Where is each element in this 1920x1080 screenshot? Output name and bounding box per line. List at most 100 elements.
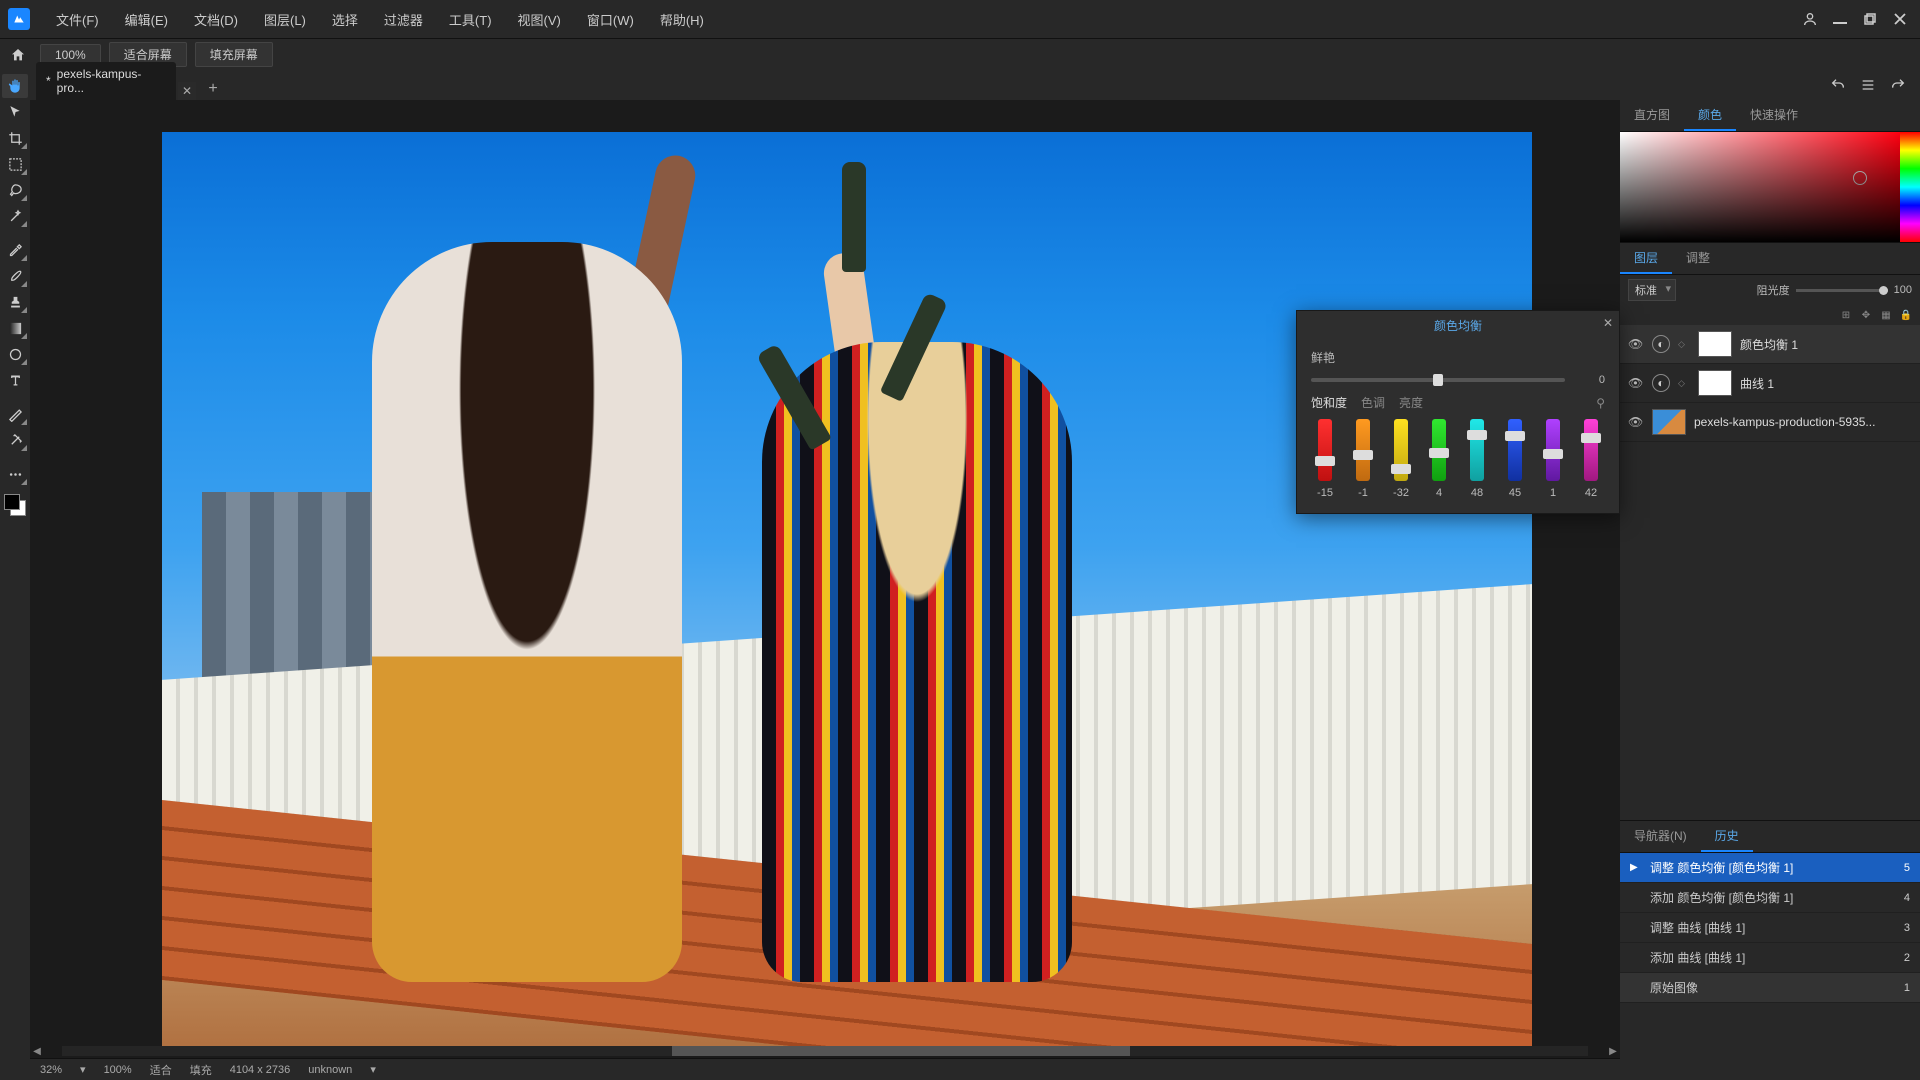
fill-screen-button[interactable]: 填充屏幕 — [195, 42, 273, 67]
lock-icon[interactable]: 🔒 — [1898, 307, 1914, 323]
document-tab[interactable]: * pexels-kampus-pro... — [36, 62, 176, 100]
tab-add-icon[interactable]: + — [202, 78, 224, 100]
color-balance-dialog[interactable]: 颜色均衡 ✕ 鲜艳 0 饱和度 色调 亮度 ⚲ -15-1-3244845142 — [1296, 310, 1620, 514]
maximize-icon[interactable] — [1858, 7, 1882, 31]
hue-slider-2[interactable] — [1394, 419, 1408, 481]
history-item[interactable]: 添加 颜色均衡 [颜色均衡 1]4 — [1620, 883, 1920, 913]
gradient-tool[interactable] — [2, 316, 28, 340]
horizontal-scrollbar[interactable]: ◀ ▶ — [30, 1044, 1620, 1058]
tab-histogram[interactable]: 直方图 — [1620, 100, 1684, 131]
menu-view[interactable]: 视图(V) — [506, 6, 573, 33]
tab-navigator[interactable]: 导航器(N) — [1620, 821, 1701, 852]
visibility-icon[interactable]: 👁 — [1628, 337, 1644, 351]
lock-pixels-icon[interactable]: ▦ — [1878, 307, 1894, 323]
status-zoom2[interactable]: 100% — [104, 1064, 132, 1076]
link-icon[interactable]: ◇ — [1678, 378, 1690, 389]
lasso-tool[interactable] — [2, 178, 28, 202]
menu-icon[interactable] — [1860, 77, 1876, 93]
visibility-icon[interactable]: 👁 — [1628, 376, 1644, 390]
hue-slider-0[interactable] — [1318, 419, 1332, 481]
chevron-down-icon[interactable]: ▾ — [370, 1063, 376, 1076]
redo-icon[interactable] — [1890, 77, 1906, 93]
layer-row[interactable]: 👁 ◐ ◇ 曲线 1 — [1620, 364, 1920, 403]
tab-quick-actions[interactable]: 快速操作 — [1736, 100, 1812, 131]
text-tool[interactable] — [2, 368, 28, 392]
hue-slider-3[interactable] — [1432, 419, 1446, 481]
chevron-down-icon[interactable]: ▾ — [80, 1063, 86, 1076]
hue-slider-1[interactable] — [1356, 419, 1370, 481]
brush-tool[interactable] — [2, 264, 28, 288]
menu-select[interactable]: 选择 — [320, 6, 370, 33]
vibrance-slider[interactable] — [1311, 378, 1565, 382]
layer-row[interactable]: 👁 pexels-kampus-production-5935... — [1620, 403, 1920, 442]
tab-luminance[interactable]: 亮度 — [1399, 394, 1423, 411]
status-zoom[interactable]: 32% — [40, 1064, 62, 1076]
settings-icon[interactable]: ⚲ — [1596, 396, 1605, 410]
crop-tool[interactable] — [2, 126, 28, 150]
account-icon[interactable] — [1798, 7, 1822, 31]
hue-slider-7[interactable] — [1584, 419, 1598, 481]
color-picker[interactable] — [1620, 132, 1920, 242]
tab-hue[interactable]: 色调 — [1361, 394, 1385, 411]
hue-slider-6[interactable] — [1546, 419, 1560, 481]
minimize-icon[interactable] — [1828, 7, 1852, 31]
history-item[interactable]: 原始图像1 — [1620, 973, 1920, 1003]
scroll-right-icon[interactable]: ▶ — [1606, 1044, 1620, 1058]
tab-history[interactable]: 历史 — [1701, 821, 1753, 852]
heal-tool[interactable] — [2, 428, 28, 452]
dialog-title[interactable]: 颜色均衡 ✕ — [1297, 311, 1619, 339]
close-icon[interactable]: ✕ — [1603, 316, 1613, 330]
menu-tools[interactable]: 工具(T) — [437, 6, 504, 33]
color-swatch[interactable] — [4, 494, 26, 516]
more-tool[interactable] — [2, 462, 28, 486]
menu-filter[interactable]: 过滤器 — [372, 6, 435, 33]
undo-icon[interactable] — [1830, 77, 1846, 93]
layer-name[interactable]: 颜色均衡 1 — [1740, 336, 1912, 353]
app-icon[interactable] — [8, 8, 30, 30]
menu-document[interactable]: 文档(D) — [182, 6, 250, 33]
visibility-icon[interactable]: 👁 — [1628, 415, 1644, 429]
tab-saturation[interactable]: 饱和度 — [1311, 394, 1347, 411]
dodge-tool[interactable] — [2, 402, 28, 426]
marquee-tool[interactable] — [2, 152, 28, 176]
blend-mode-select[interactable]: 标准 — [1628, 279, 1676, 301]
history-item[interactable]: 添加 曲线 [曲线 1]2 — [1620, 943, 1920, 973]
menu-help[interactable]: 帮助(H) — [648, 6, 716, 33]
color-cursor-icon[interactable] — [1853, 171, 1867, 185]
layer-mask-thumb[interactable] — [1698, 370, 1732, 396]
history-item[interactable]: ▶调整 颜色均衡 [颜色均衡 1]5 — [1620, 853, 1920, 883]
move-tool[interactable] — [2, 100, 28, 124]
tab-adjust[interactable]: 调整 — [1672, 243, 1724, 274]
tab-close-icon[interactable]: ✕ — [178, 82, 196, 100]
opacity-slider[interactable] — [1796, 289, 1888, 292]
layer-thumb[interactable] — [1652, 409, 1686, 435]
scroll-left-icon[interactable]: ◀ — [30, 1044, 44, 1058]
menu-file[interactable]: 文件(F) — [44, 6, 111, 33]
hue-slider-4[interactable] — [1470, 419, 1484, 481]
menu-window[interactable]: 窗口(W) — [575, 6, 646, 33]
tab-layers[interactable]: 图层 — [1620, 243, 1672, 274]
link-icon[interactable]: ◇ — [1678, 339, 1690, 350]
status-fit[interactable]: 适合 — [150, 1062, 172, 1078]
layer-name[interactable]: 曲线 1 — [1740, 375, 1912, 392]
close-icon[interactable] — [1888, 7, 1912, 31]
layer-name[interactable]: pexels-kampus-production-5935... — [1694, 415, 1912, 429]
status-fill[interactable]: 填充 — [190, 1062, 212, 1078]
tab-color[interactable]: 颜色 — [1684, 100, 1736, 131]
menu-edit[interactable]: 编辑(E) — [113, 6, 180, 33]
lock-all-icon[interactable]: ⊞ — [1838, 307, 1854, 323]
canvas[interactable]: ◀ ▶ — [30, 100, 1620, 1058]
layer-mask-thumb[interactable] — [1698, 331, 1732, 357]
wand-tool[interactable] — [2, 204, 28, 228]
history-item[interactable]: 调整 曲线 [曲线 1]3 — [1620, 913, 1920, 943]
shape-tool[interactable] — [2, 342, 28, 366]
menu-layer[interactable]: 图层(L) — [252, 6, 318, 33]
hue-slider[interactable] — [1900, 132, 1920, 242]
stamp-tool[interactable] — [2, 290, 28, 314]
eyedropper-tool[interactable] — [2, 238, 28, 262]
lock-position-icon[interactable]: ✥ — [1858, 307, 1874, 323]
layer-row[interactable]: 👁 ◐ ◇ 颜色均衡 1 — [1620, 325, 1920, 364]
home-icon[interactable] — [4, 41, 32, 69]
hand-tool[interactable] — [2, 74, 28, 98]
hue-slider-5[interactable] — [1508, 419, 1522, 481]
